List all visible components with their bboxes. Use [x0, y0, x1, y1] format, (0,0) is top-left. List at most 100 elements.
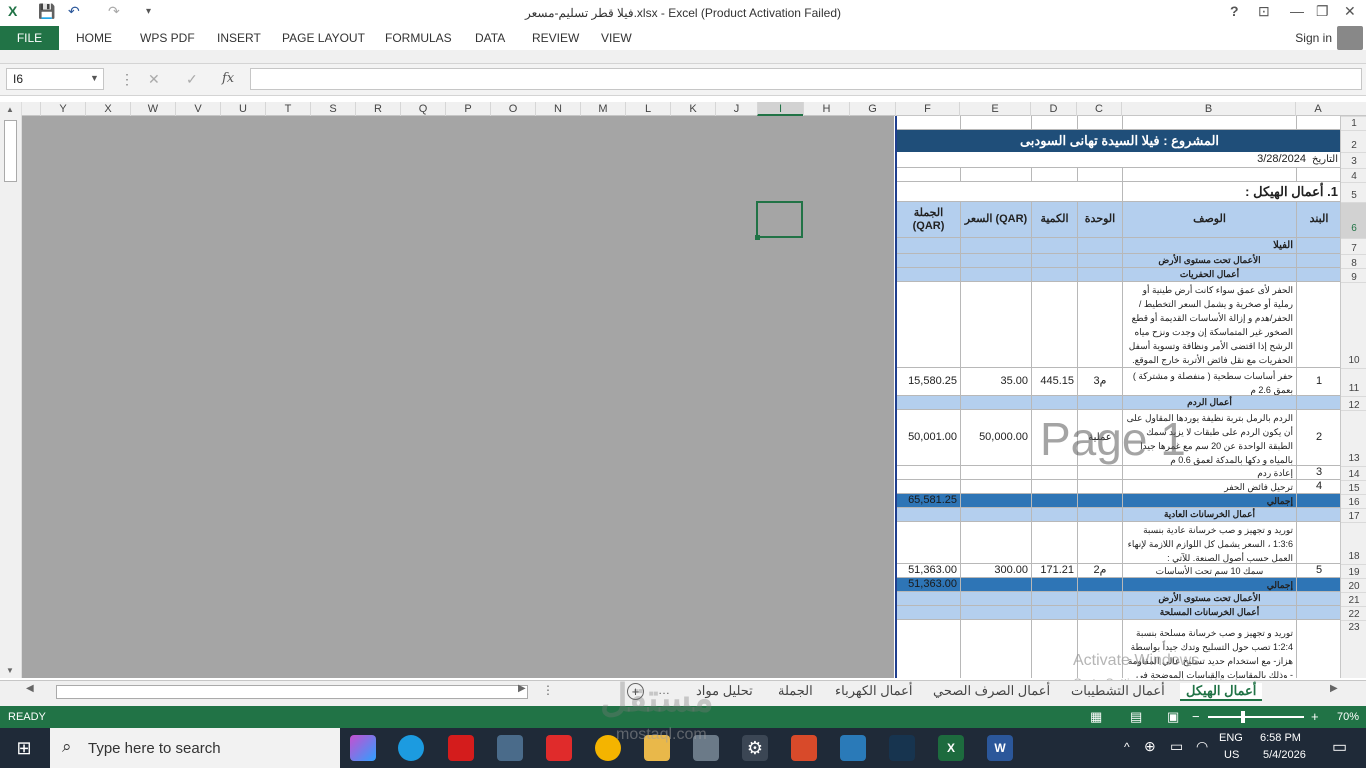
help-button[interactable]: ? — [1230, 3, 1239, 19]
tab-data[interactable]: DATA — [475, 31, 505, 45]
column-header[interactable]: O — [490, 102, 535, 116]
excavation-description[interactable]: الحفر لأى عمق سواء كانت أرض طينية أو رمل… — [1123, 282, 1297, 368]
item1-total[interactable]: 15,580.25 — [897, 368, 961, 396]
sheet-tab[interactable]: أعمال الصرف الصحي — [933, 683, 1050, 699]
item5-qty[interactable]: 171.21 — [1032, 564, 1078, 578]
reinforced-concrete-label[interactable]: أعمال الخرسانات المسلحة — [1123, 606, 1297, 620]
row-header[interactable]: 21 — [1341, 592, 1366, 606]
below-ground-label-2[interactable]: الأعمال تحت مستوى الأرض — [1123, 592, 1297, 606]
copilot-icon[interactable] — [350, 735, 376, 761]
edge-icon[interactable] — [398, 735, 424, 761]
vertical-scrollbar[interactable] — [0, 102, 22, 678]
column-header[interactable]: C — [1076, 102, 1121, 116]
item1-price[interactable]: 35.00 — [961, 368, 1032, 396]
row-header[interactable]: 14 — [1341, 466, 1366, 480]
tab-view[interactable]: VIEW — [601, 31, 632, 45]
item5-total[interactable]: 51,363.00 — [897, 564, 961, 578]
column-header[interactable]: M — [580, 102, 625, 116]
row-header[interactable]: 3 — [1341, 152, 1366, 168]
row-header[interactable]: 1 — [1341, 116, 1366, 130]
clock-time[interactable]: 6:58 PM — [1260, 732, 1301, 744]
section-title[interactable]: 1. أعمال الهيكل : — [1123, 182, 1340, 202]
wifi-icon[interactable]: ◠ — [1196, 738, 1208, 755]
tab-file[interactable]: FILE — [0, 26, 59, 50]
row-header[interactable]: 9 — [1341, 268, 1366, 283]
steam-icon[interactable] — [889, 735, 915, 761]
subtotal2-label[interactable]: إجمالي — [1123, 578, 1297, 592]
enter-icon[interactable]: ✓ — [186, 71, 198, 88]
subtotal1-total[interactable]: 65,581.25 — [897, 494, 961, 508]
row-header[interactable]: 7 — [1341, 238, 1366, 254]
network-icon[interactable]: ⊕ — [1144, 738, 1156, 755]
excavation-label[interactable]: أعمال الحفريات — [1123, 268, 1297, 282]
column-header[interactable]: G — [849, 102, 895, 116]
wps-office-icon[interactable] — [546, 735, 572, 761]
zoom-slider-knob[interactable] — [1241, 711, 1245, 723]
row-header[interactable]: 4 — [1341, 168, 1366, 182]
row-header[interactable]: 2 — [1341, 130, 1366, 152]
item1-qty[interactable]: 445.15 — [1032, 368, 1078, 396]
column-header[interactable]: S — [310, 102, 355, 116]
row-header[interactable]: 8 — [1341, 254, 1366, 269]
item1-no[interactable]: 1 — [1297, 368, 1340, 396]
project-title[interactable]: المشروع : فيلا السيدة تهانى السودبى — [897, 130, 1340, 152]
column-header[interactable]: T — [265, 102, 310, 116]
row-header[interactable]: 22 — [1341, 606, 1366, 620]
item5-no[interactable]: 5 — [1297, 564, 1340, 578]
column-header[interactable]: V — [175, 102, 220, 116]
header-item[interactable]: البند — [1297, 202, 1340, 238]
header-unit[interactable]: الوحدة — [1078, 202, 1123, 238]
app-icon[interactable] — [840, 735, 866, 761]
subtotal2-total[interactable]: 51,363.00 — [897, 578, 961, 592]
fill-handle[interactable] — [755, 235, 760, 240]
row-header[interactable]: 18 — [1341, 522, 1366, 564]
date-cell[interactable]: التاريخ 3/28/2024 — [1123, 152, 1340, 168]
minimize-button[interactable]: — — [1290, 3, 1304, 19]
sign-in-link[interactable]: Sign in — [1295, 31, 1332, 45]
tab-scroll-right-icon[interactable]: ▶ — [1330, 683, 1338, 694]
column-header[interactable]: B — [1121, 102, 1295, 116]
name-box-dropdown-icon[interactable]: ▼ — [90, 73, 99, 83]
row-header[interactable]: 23 — [1341, 620, 1366, 678]
app-icon[interactable] — [497, 735, 523, 761]
column-header-selected[interactable]: I — [757, 102, 803, 116]
settings-icon[interactable]: ⚙ — [742, 735, 768, 761]
column-header[interactable]: D — [1030, 102, 1076, 116]
scroll-right-icon[interactable]: ▶ — [518, 683, 526, 694]
scroll-down-icon[interactable]: ▼ — [6, 666, 14, 675]
column-header[interactable]: H — [803, 102, 849, 116]
chevron-up-icon[interactable]: ^ — [1124, 740, 1130, 754]
app-icon[interactable] — [791, 735, 817, 761]
column-header[interactable]: A — [1295, 102, 1340, 116]
tab-scroll-left-icon[interactable]: ◀ — [26, 683, 34, 694]
column-header[interactable]: U — [220, 102, 265, 116]
tab-insert[interactable]: INSERT — [217, 31, 261, 45]
backfill-label[interactable]: أعمال الردم — [1123, 396, 1297, 410]
villa-label[interactable]: الفيلا — [1123, 238, 1297, 254]
item2-no[interactable]: 2 — [1297, 410, 1340, 466]
vertical-scroll-thumb[interactable] — [4, 120, 17, 182]
tab-review[interactable]: REVIEW — [532, 31, 579, 45]
item3-no[interactable]: 3 — [1297, 466, 1340, 480]
plain-concrete-label[interactable]: أعمال الخرسانات العادية — [1123, 508, 1297, 522]
item2-total[interactable]: 50,001.00 — [897, 410, 961, 466]
row-header[interactable]: 13 — [1341, 410, 1366, 466]
zoom-level[interactable]: 70% — [1337, 711, 1359, 723]
item1-description[interactable]: حفر أساسات سطحية ( منفصلة و مشتركة ) بعم… — [1123, 368, 1297, 396]
row-header[interactable]: 20 — [1341, 578, 1366, 592]
row-header[interactable]: 19 — [1341, 564, 1366, 578]
row-header-selected[interactable]: 6 — [1341, 202, 1366, 238]
column-header[interactable]: R — [355, 102, 400, 116]
scroll-up-icon[interactable]: ▲ — [6, 105, 14, 114]
column-header[interactable]: X — [85, 102, 130, 116]
column-header[interactable]: Y — [40, 102, 85, 116]
row-header[interactable]: 15 — [1341, 480, 1366, 494]
column-header[interactable]: K — [670, 102, 715, 116]
subtotal1-label[interactable]: إجمالي — [1123, 494, 1297, 508]
tab-home[interactable]: HOME — [76, 31, 112, 45]
column-header[interactable]: E — [959, 102, 1030, 116]
header-price[interactable]: السعر (QAR) — [961, 202, 1032, 238]
tab-wps-pdf[interactable]: WPS PDF — [140, 31, 195, 45]
zoom-slider[interactable] — [1208, 716, 1304, 718]
insert-function-button[interactable]: fx — [222, 71, 234, 86]
